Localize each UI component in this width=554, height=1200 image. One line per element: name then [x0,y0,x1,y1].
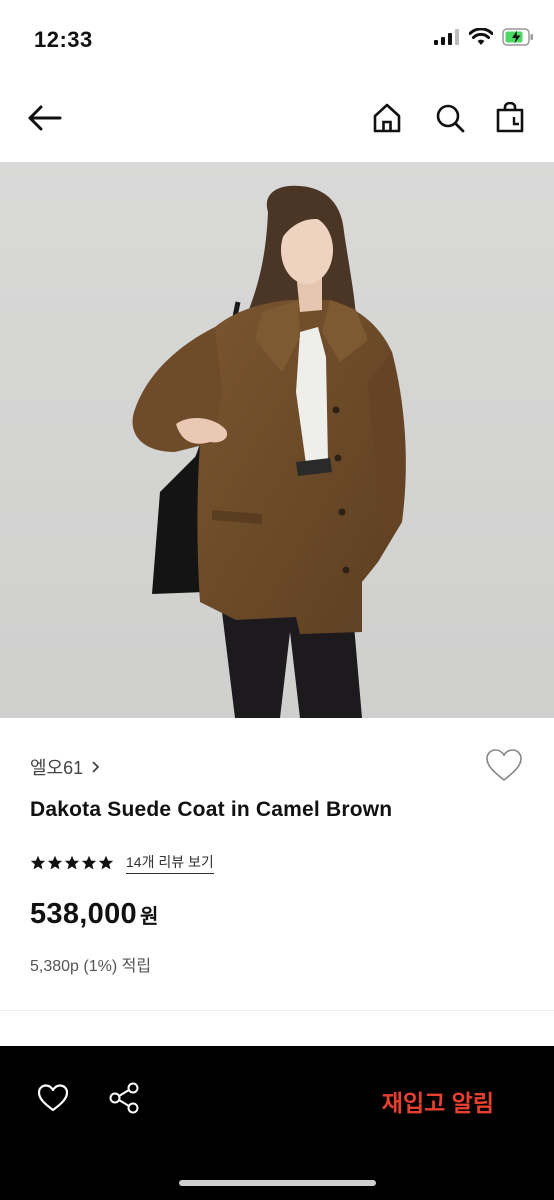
divider [0,1010,554,1011]
reward-points: 5,380p (1%) 적립 [30,958,152,975]
share-icon [109,1082,139,1114]
home-icon [373,103,401,133]
cellular-signal-icon [434,29,459,45]
price-row: 538,000 원 [30,898,158,931]
home-button[interactable] [367,98,407,138]
wishlist-button[interactable] [484,746,524,786]
restock-alert-button[interactable]: 재입고 알림 [382,1084,494,1118]
star-icon [98,855,114,870]
shopping-bag-icon [496,102,524,133]
star-icon [30,855,46,870]
product-name: Dakota Suede Coat in Camel Brown [30,798,393,821]
search-button[interactable] [430,98,470,138]
status-time: 12:33 [34,27,93,52]
battery-charging-icon [502,28,533,46]
home-indicator [179,1180,376,1186]
price-value: 538,000 [30,898,137,930]
product-image[interactable] [0,162,554,718]
price-currency: 원 [139,906,159,928]
status-bar: 12:33 [0,0,554,80]
star-icon [81,855,97,870]
brand-name: 엘오61 [30,758,84,778]
model-photo [0,162,554,718]
status-icons [434,28,534,46]
share-button[interactable] [104,1078,144,1118]
like-button[interactable] [33,1078,73,1118]
heart-icon [486,749,522,782]
back-button[interactable] [24,98,64,138]
wifi-icon [469,28,493,45]
star-icon [47,855,63,870]
review-link[interactable]: 14개 리뷰 보기 [126,852,214,874]
star-rating [30,855,114,871]
chevron-right-icon [92,761,100,773]
heart-icon [37,1084,69,1112]
brand-link[interactable]: 엘오61 [30,754,100,780]
search-icon [436,104,465,133]
nav-bar [0,80,554,162]
rating-row: 14개 리뷰 보기 [30,852,214,874]
product-info: 엘오61 Dakota Suede Coat in Camel Brown 14… [0,718,554,1010]
bottom-action-bar: 재입고 알림 [0,1046,554,1200]
back-arrow-icon [28,105,62,131]
star-icon [64,855,80,870]
cart-button[interactable] [490,98,530,138]
